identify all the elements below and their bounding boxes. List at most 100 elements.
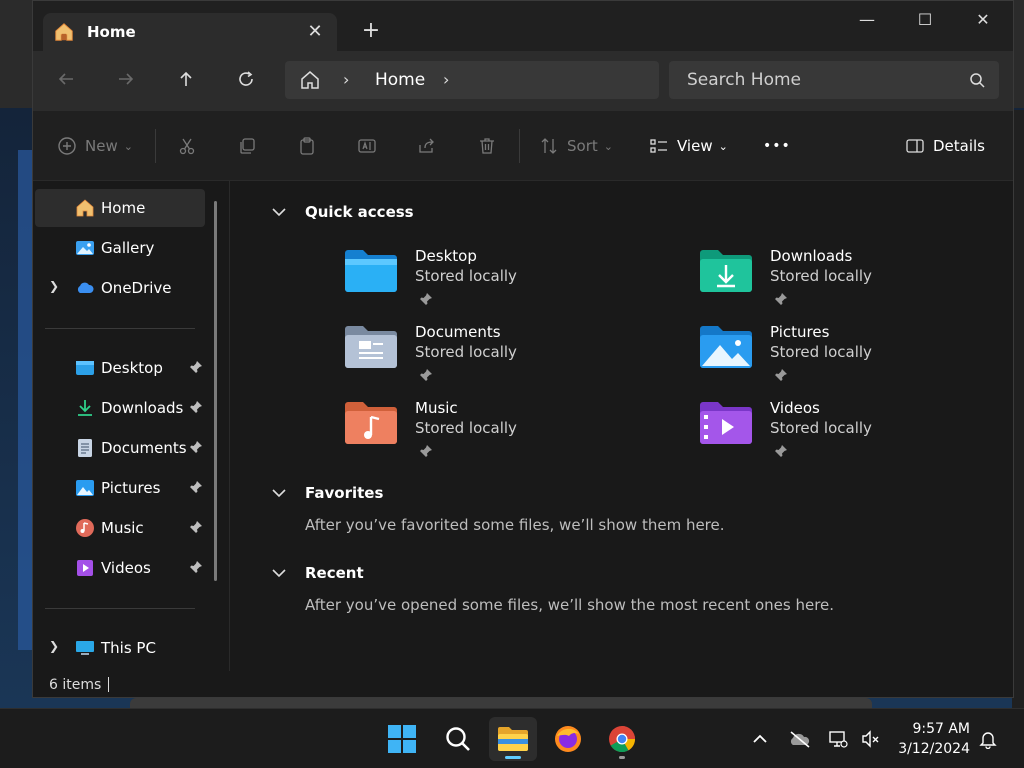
- sidebar-item-home[interactable]: Home: [35, 189, 205, 227]
- sidebar-scrollbar[interactable]: [214, 201, 217, 581]
- favorites-header[interactable]: Favorites: [271, 484, 383, 502]
- quick-access-pictures[interactable]: Pictures Stored locally: [698, 323, 998, 393]
- share-icon: [419, 138, 434, 153]
- file-explorer-window: Home ✕ + — ☐ ✕ › Home › Search Home New …: [32, 0, 1014, 698]
- notification-bell-icon[interactable]: [978, 729, 998, 749]
- chrome-taskbar-button[interactable]: [598, 717, 646, 761]
- address-bar[interactable]: › Home ›: [285, 61, 659, 99]
- paste-button[interactable]: [297, 135, 317, 157]
- navigation-bar: › Home › Search Home: [33, 51, 1013, 111]
- sidebar-item-desktop[interactable]: Desktop: [35, 349, 205, 387]
- chevron-right-icon[interactable]: ❯: [49, 639, 59, 653]
- search-input[interactable]: Search Home: [687, 70, 801, 90]
- pin-icon: [775, 445, 787, 457]
- copy-button[interactable]: [237, 135, 257, 157]
- trash-icon: [480, 138, 494, 154]
- tab-home[interactable]: Home ✕: [43, 13, 337, 51]
- share-button[interactable]: [417, 135, 437, 157]
- tab-close-button[interactable]: ✕: [305, 22, 325, 42]
- sidebar-item-label: This PC: [101, 639, 156, 657]
- pin-icon: [420, 293, 432, 305]
- desktop-folder-icon: [76, 361, 94, 375]
- pin-icon[interactable]: [189, 440, 203, 454]
- view-button[interactable]: View ⌄: [649, 135, 728, 157]
- sidebar-item-pictures[interactable]: Pictures: [35, 469, 205, 507]
- more-options-button[interactable]: •••: [763, 135, 791, 157]
- pictures-icon: [76, 480, 94, 496]
- firefox-taskbar-button[interactable]: [544, 717, 592, 761]
- view-list-icon: [650, 139, 667, 153]
- breadcrumb-home[interactable]: Home: [375, 70, 425, 90]
- pin-icon[interactable]: [189, 360, 203, 374]
- sidebar-item-label: OneDrive: [101, 279, 172, 297]
- pin-icon[interactable]: [189, 480, 203, 494]
- clipboard-icon: [300, 137, 314, 155]
- up-button[interactable]: [171, 67, 201, 95]
- search-icon: [446, 727, 470, 751]
- quick-access-downloads[interactable]: Downloads Stored locally: [698, 247, 998, 317]
- back-button[interactable]: [51, 67, 81, 95]
- sort-label: Sort: [567, 137, 598, 155]
- sidebar-item-music[interactable]: Music: [35, 509, 205, 547]
- sidebar-item-gallery[interactable]: Gallery: [35, 229, 205, 267]
- close-window-button[interactable]: ✕: [963, 7, 1003, 33]
- tab-title: Home: [87, 23, 136, 41]
- system-clock[interactable]: 9:57 AM 3/12/2024: [898, 719, 970, 759]
- search-taskbar-button[interactable]: [434, 717, 482, 761]
- quick-access-desktop[interactable]: Desktop Stored locally: [343, 247, 643, 317]
- chrome-icon: [609, 726, 636, 753]
- arrow-left-icon: [58, 73, 73, 85]
- refresh-button[interactable]: [231, 67, 261, 95]
- pin-icon: [420, 445, 432, 457]
- onedrive-offline-icon[interactable]: [788, 729, 812, 749]
- sidebar-item-this-pc[interactable]: ❯ This PC: [35, 629, 205, 667]
- quick-access-music[interactable]: Music Stored locally: [343, 399, 643, 469]
- delete-button[interactable]: [477, 135, 497, 157]
- cut-button[interactable]: [177, 135, 197, 157]
- pin-icon[interactable]: [189, 560, 203, 574]
- pin-icon[interactable]: [189, 400, 203, 414]
- sidebar-item-videos[interactable]: Videos: [35, 549, 205, 587]
- sort-button[interactable]: Sort ⌄: [539, 135, 613, 157]
- start-button[interactable]: [378, 717, 426, 761]
- pane-divider[interactable]: [229, 181, 230, 671]
- new-button[interactable]: New ⌄: [57, 135, 133, 157]
- quick-access-header[interactable]: Quick access: [271, 203, 414, 221]
- breadcrumb-chevron-icon[interactable]: ›: [343, 69, 349, 91]
- sidebar-item-label: Pictures: [101, 479, 161, 497]
- sort-icon: [541, 138, 557, 154]
- network-icon[interactable]: [828, 729, 848, 749]
- sidebar-item-downloads[interactable]: Downloads: [35, 389, 205, 427]
- minimize-button[interactable]: —: [847, 7, 887, 33]
- windows-logo-icon: [388, 725, 416, 753]
- breadcrumb-chevron-icon[interactable]: ›: [443, 69, 449, 91]
- folder-name: Music: [415, 399, 458, 417]
- copy-icon: [240, 138, 255, 154]
- chevron-right-icon[interactable]: ❯: [49, 279, 59, 293]
- folder-name: Downloads: [770, 247, 853, 265]
- navigation-pane: Home Gallery ❯ OneDrive Desktop Download…: [33, 181, 229, 671]
- recent-header[interactable]: Recent: [271, 564, 364, 582]
- video-icon: [77, 560, 93, 576]
- rename-button[interactable]: [357, 135, 377, 157]
- file-explorer-taskbar-button[interactable]: [489, 717, 537, 761]
- pin-icon: [420, 369, 432, 381]
- volume-muted-icon[interactable]: [860, 729, 880, 749]
- pin-icon[interactable]: [189, 520, 203, 534]
- search-box[interactable]: Search Home: [669, 61, 999, 99]
- sidebar-item-label: Home: [101, 199, 146, 217]
- home-icon: [55, 23, 73, 41]
- quick-access-documents[interactable]: Documents Stored locally: [343, 323, 643, 393]
- sidebar-item-documents[interactable]: Documents: [35, 429, 205, 467]
- chevron-up-icon[interactable]: [750, 729, 770, 749]
- sidebar-item-label: Music: [101, 519, 144, 537]
- maximize-button[interactable]: ☐: [905, 7, 945, 33]
- videos-folder-icon: [700, 402, 752, 444]
- details-button[interactable]: Details: [905, 135, 985, 157]
- details-pane-icon: [906, 139, 924, 153]
- sidebar-item-onedrive[interactable]: ❯ OneDrive: [35, 269, 205, 307]
- new-tab-button[interactable]: +: [359, 19, 383, 43]
- forward-button[interactable]: [111, 67, 141, 95]
- quick-access-videos[interactable]: Videos Stored locally: [698, 399, 998, 469]
- more-icon: •••: [763, 138, 791, 154]
